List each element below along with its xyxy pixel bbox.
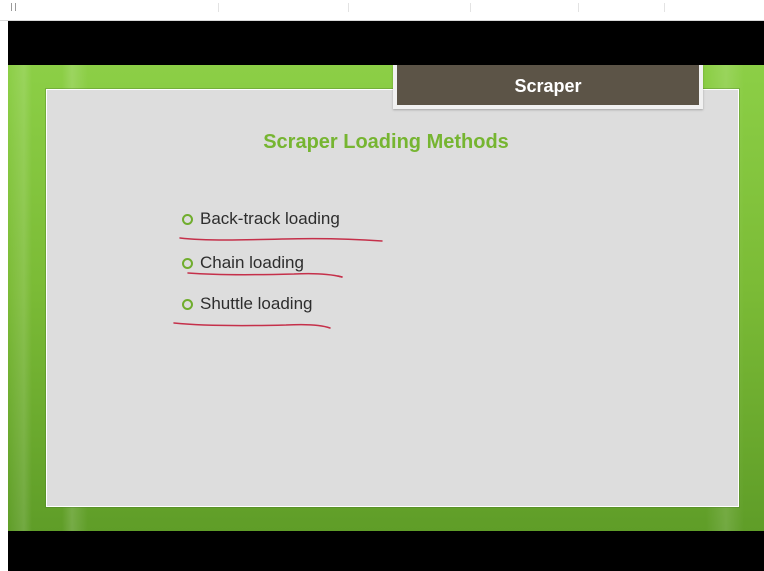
bullet-label: Back-track loading bbox=[200, 209, 340, 228]
ruler-tick bbox=[218, 3, 219, 12]
green-ring-bullet-icon bbox=[182, 213, 193, 225]
bullet-item-chain: Chain loading bbox=[182, 250, 304, 276]
green-ring-bullet-icon bbox=[182, 257, 193, 269]
slide-title-tab-inner: Scraper bbox=[397, 65, 699, 105]
slide-tab-title: Scraper bbox=[514, 76, 582, 96]
ruler-tick bbox=[470, 3, 471, 12]
bullet-item-shuttle: Shuttle loading bbox=[182, 291, 312, 317]
bullet-item-back-track: Back-track loading bbox=[182, 206, 340, 232]
ruler-tick bbox=[578, 3, 579, 12]
video-frame: Scraper Scraper Loading Methods Back-tra… bbox=[8, 21, 764, 571]
bullet-label: Chain loading bbox=[200, 253, 304, 272]
ruler-marker-icon bbox=[11, 3, 16, 11]
ruler-tick bbox=[664, 3, 665, 12]
green-ring-bullet-icon bbox=[182, 298, 193, 310]
video-player-view: Scraper Scraper Loading Methods Back-tra… bbox=[0, 0, 764, 571]
bullet-label: Shuttle loading bbox=[200, 294, 313, 313]
ruler-tick bbox=[348, 3, 349, 12]
top-ruler bbox=[0, 0, 764, 21]
presentation-slide: Scraper Scraper Loading Methods Back-tra… bbox=[8, 65, 764, 531]
slide-title-tab: Scraper bbox=[393, 65, 703, 109]
slide-heading: Scraper Loading Methods bbox=[263, 131, 509, 153]
